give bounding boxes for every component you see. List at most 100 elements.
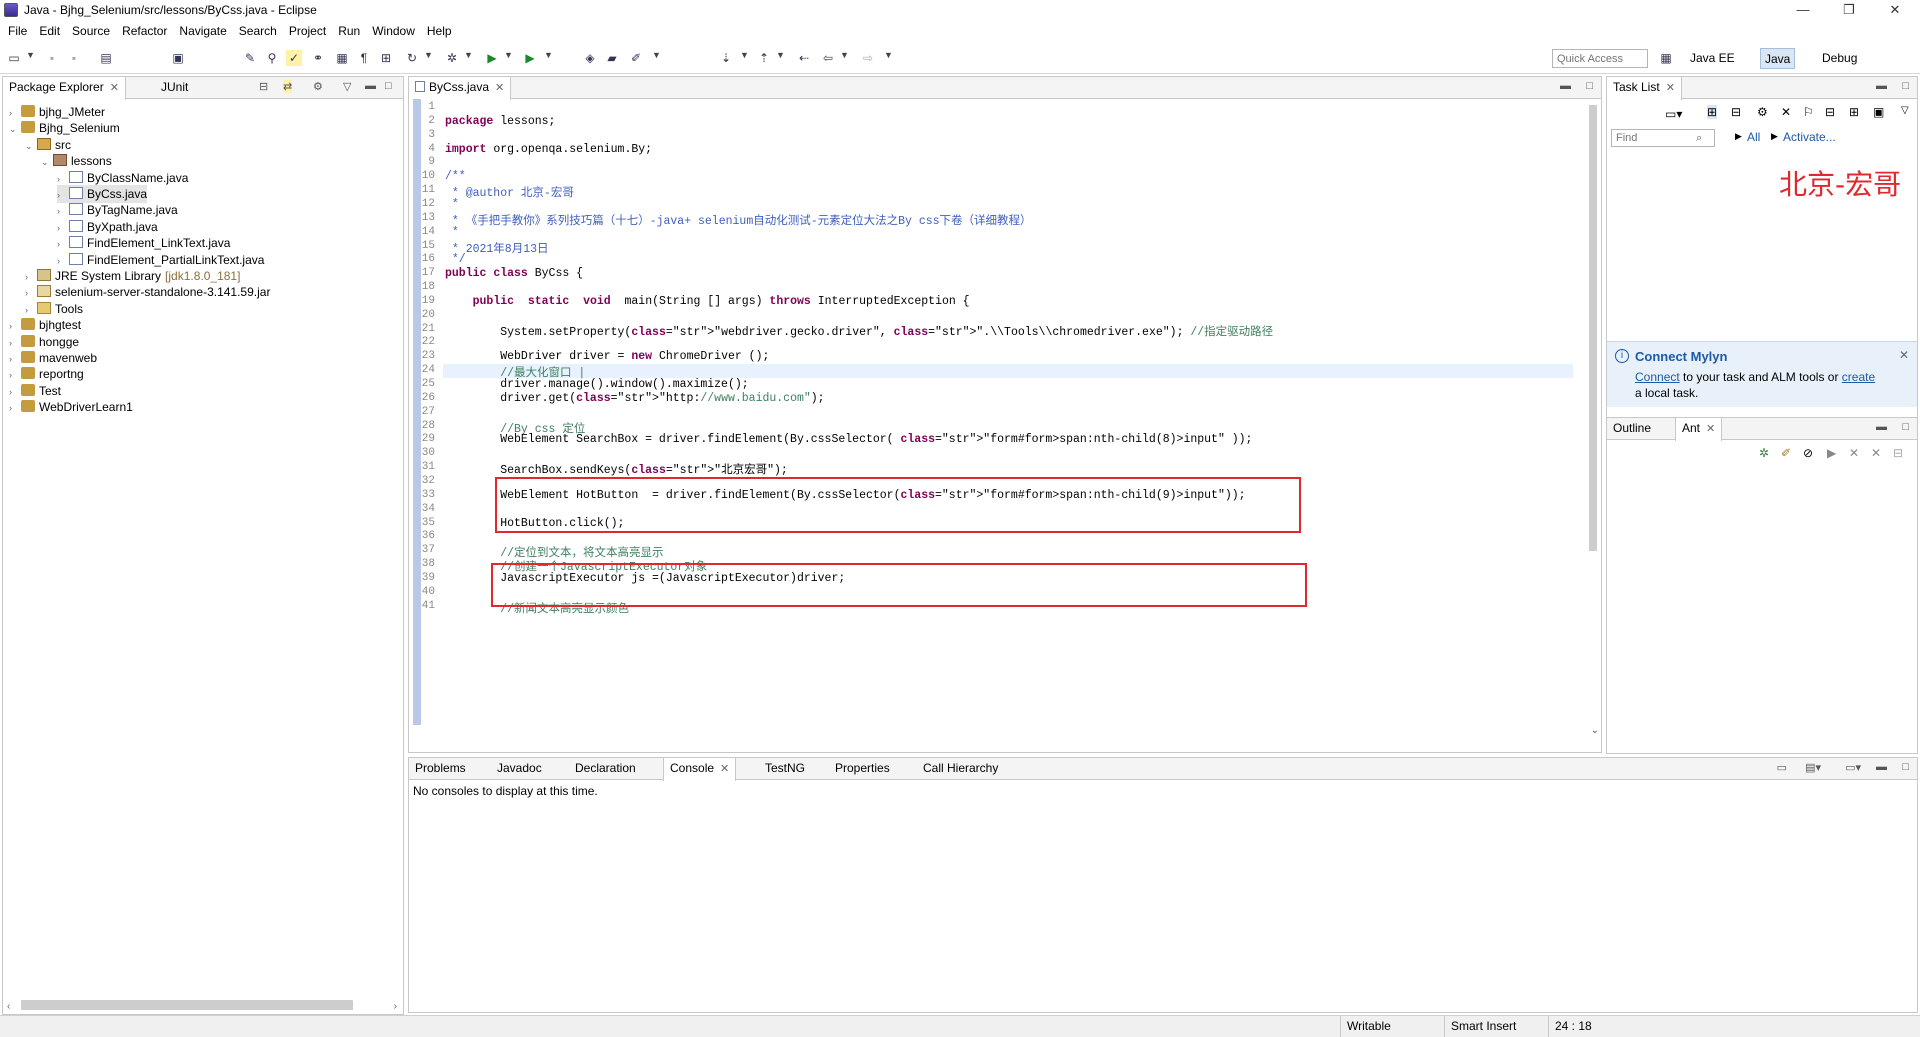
- tab-package-explorer[interactable]: Package Explorer ✕: [2, 77, 126, 100]
- restore-icon[interactable]: ▣: [1873, 105, 1884, 119]
- tree-item[interactable]: › WebDriverLearn1: [9, 398, 133, 416]
- tab-properties[interactable]: Properties: [829, 758, 896, 780]
- tree-item[interactable]: ⌄ Bjhg_Selenium: [9, 119, 120, 137]
- search-buildfile-icon[interactable]: ✐: [1781, 446, 1791, 460]
- run-target-icon[interactable]: ▶: [1827, 446, 1836, 460]
- filter-icon[interactable]: ⚙: [313, 80, 323, 93]
- maximize-icon[interactable]: □: [385, 80, 392, 92]
- new-icon[interactable]: ▭: [6, 50, 22, 66]
- quick-access-input[interactable]: [1552, 49, 1648, 68]
- vertical-scrollbar[interactable]: [1589, 105, 1597, 551]
- minimize-icon[interactable]: ▬: [365, 80, 376, 92]
- next-annotation-icon[interactable]: ⇣: [718, 50, 734, 66]
- view-menu-icon[interactable]: ▽: [1901, 105, 1909, 116]
- menu-refactor[interactable]: Refactor: [122, 24, 167, 38]
- open-folder-icon[interactable]: ▰: [604, 50, 620, 66]
- collapse-all-icon[interactable]: ⊟: [259, 80, 268, 93]
- new-class-icon[interactable]: ⊞: [378, 50, 394, 66]
- expand-all-icon[interactable]: ⊞: [1849, 105, 1859, 119]
- search-tool-icon[interactable]: ⚲: [264, 50, 280, 66]
- close-icon[interactable]: ✕: [1706, 423, 1715, 435]
- tab-console[interactable]: Console ✕: [663, 758, 737, 781]
- close-icon[interactable]: ✕: [495, 82, 504, 94]
- tab-call-hierarchy[interactable]: Call Hierarchy: [917, 758, 1004, 780]
- new-task-icon[interactable]: ▭▾: [1665, 107, 1682, 121]
- tree-item[interactable]: › ByXpath.java: [57, 218, 158, 236]
- prev-annotation-icon[interactable]: ⇡: [756, 50, 772, 66]
- tree-item[interactable]: › bjhgtest: [9, 316, 81, 334]
- dropdown-icon[interactable]: ▼: [504, 50, 513, 60]
- remove-icon[interactable]: ✕: [1849, 446, 1859, 460]
- close-icon[interactable]: ✕: [1666, 82, 1675, 94]
- tree-item[interactable]: ⌄ lessons: [41, 152, 112, 170]
- tree-item[interactable]: › Test: [9, 382, 61, 400]
- dropdown-icon[interactable]: ▼: [840, 50, 849, 60]
- menu-project[interactable]: Project: [289, 24, 326, 38]
- tab-ant[interactable]: Ant ✕: [1675, 418, 1723, 441]
- maximize-icon[interactable]: □: [1902, 421, 1909, 433]
- tree-item[interactable]: › ByClassName.java: [57, 169, 188, 187]
- dropdown-icon[interactable]: ▼: [884, 50, 893, 60]
- debug-tool-icon[interactable]: ✎: [242, 50, 258, 66]
- close-icon[interactable]: ✕: [110, 82, 119, 94]
- tree-item[interactable]: › Tools: [25, 300, 83, 318]
- activate-link[interactable]: Activate...: [1783, 130, 1836, 144]
- menu-help[interactable]: Help: [427, 24, 452, 38]
- horizontal-scrollbar[interactable]: [21, 1000, 353, 1010]
- tab-outline[interactable]: Outline: [1607, 418, 1657, 440]
- link-icon[interactable]: ⚭: [310, 50, 326, 66]
- collapse-all-icon[interactable]: ⊟: [1825, 105, 1835, 119]
- highlight-icon[interactable]: ✓: [286, 50, 302, 66]
- print-icon[interactable]: ▤: [98, 50, 114, 66]
- menu-source[interactable]: Source: [72, 24, 110, 38]
- tree-item[interactable]: › bjhg_JMeter: [9, 103, 105, 121]
- tree-item[interactable]: › FindElement_LinkText.java: [57, 234, 230, 252]
- view-menu-icon[interactable]: ▽: [343, 80, 351, 93]
- menu-edit[interactable]: Edit: [39, 24, 60, 38]
- maximize-icon[interactable]: □: [1902, 80, 1909, 92]
- hide-completed-icon[interactable]: ✕: [1781, 105, 1791, 119]
- tree-item[interactable]: › ByCss.java: [57, 185, 148, 203]
- tree-item[interactable]: › reportng: [9, 365, 84, 383]
- tools-icon[interactable]: ✐: [628, 50, 644, 66]
- minimize-icon[interactable]: ▬: [1876, 421, 1887, 433]
- tab-javadoc[interactable]: Javadoc: [491, 758, 548, 780]
- minimize-icon[interactable]: ▬: [1876, 80, 1887, 92]
- open-type-icon[interactable]: ◈: [582, 50, 598, 66]
- chevron-down-icon[interactable]: ⌄: [25, 137, 37, 155]
- menu-search[interactable]: Search: [239, 24, 277, 38]
- chevron-down-icon[interactable]: ⌄: [9, 120, 21, 138]
- connect-link[interactable]: Connect: [1635, 370, 1680, 384]
- tree-item[interactable]: ⌄ src: [25, 136, 71, 154]
- last-edit-icon[interactable]: ⇠: [796, 50, 812, 66]
- refresh-icon[interactable]: ↻: [404, 50, 420, 66]
- external-tools-icon[interactable]: ▶: [522, 50, 538, 66]
- open-console-icon[interactable]: ▭▾: [1845, 761, 1861, 774]
- focus-icon[interactable]: ⚐: [1803, 105, 1814, 119]
- code-editor[interactable]: 1 2 package lessons; 3 4 import org.openqa.se…: [409, 99, 1587, 738]
- add-buildfile-icon[interactable]: ✲: [1759, 446, 1769, 460]
- chevron-right-icon[interactable]: ›: [9, 399, 21, 417]
- tab-bycss-java[interactable]: ByCss.java ✕: [408, 77, 512, 100]
- menu-window[interactable]: Window: [372, 24, 415, 38]
- menu-navigate[interactable]: Navigate: [179, 24, 226, 38]
- minimize-button[interactable]: —: [1780, 0, 1826, 20]
- close-icon[interactable]: ✕: [720, 763, 729, 775]
- perspective-java[interactable]: Java: [1760, 48, 1796, 69]
- close-button[interactable]: ✕: [1872, 0, 1918, 20]
- debug-icon[interactable]: ✲: [444, 50, 460, 66]
- open-perspective-icon[interactable]: ▦: [1658, 50, 1674, 66]
- tree-item[interactable]: › mavenweb: [9, 349, 97, 367]
- tree-item[interactable]: › FindElement_PartialLinkText.java: [57, 251, 264, 269]
- remove-all-icon[interactable]: ✕: [1871, 446, 1881, 460]
- dropdown-icon[interactable]: ▼: [424, 50, 433, 60]
- sync-icon[interactable]: ⚙: [1757, 105, 1768, 119]
- find-input[interactable]: [1616, 132, 1696, 144]
- scroll-down-icon[interactable]: ⌄: [1591, 725, 1599, 736]
- tree-item[interactable]: › selenium-server-standalone-3.141.59.jar: [25, 283, 270, 301]
- hide-internal-icon[interactable]: ⊘: [1803, 446, 1813, 460]
- link-editor-icon[interactable]: ⇄: [283, 80, 293, 93]
- scheduled-icon[interactable]: ⊟: [1731, 105, 1741, 119]
- dropdown-icon[interactable]: ▼: [544, 50, 553, 60]
- collapse-icon[interactable]: ⊟: [1893, 446, 1903, 460]
